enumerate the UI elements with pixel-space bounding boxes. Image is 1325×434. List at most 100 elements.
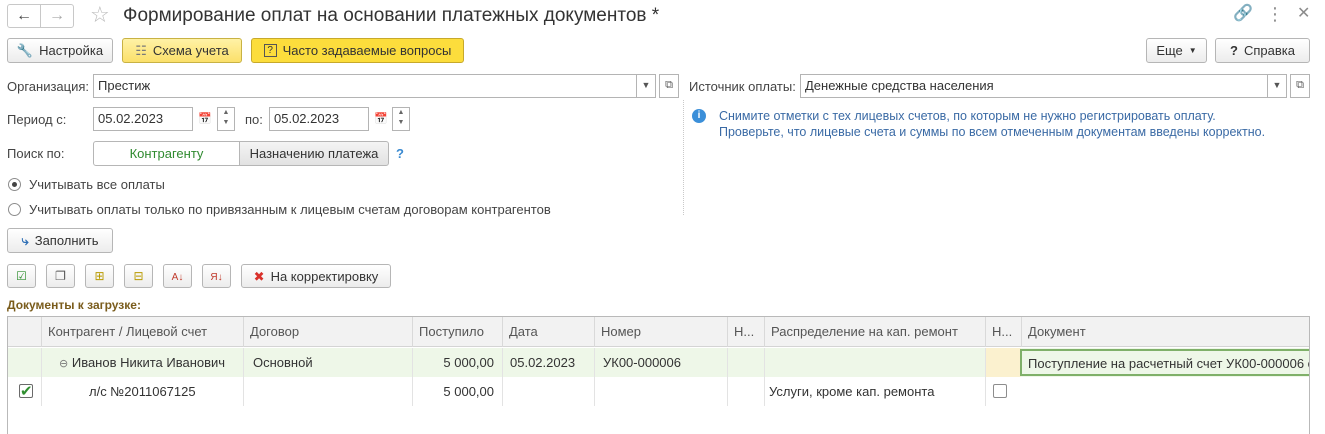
row-checkbox[interactable] (19, 382, 33, 400)
check-all-icon: ☑ (16, 269, 27, 283)
row-distribution: Услуги, кроме кап. ремонта (769, 384, 935, 399)
row-n2-checkbox[interactable] (993, 384, 1007, 398)
collapse-minus-icon[interactable]: ⊖ (59, 358, 68, 370)
source-dropdown-button[interactable]: ▼ (1267, 74, 1287, 98)
copy-icon: ❐ (55, 269, 66, 283)
more-label: Еще (1156, 43, 1183, 58)
column-divider (502, 348, 503, 406)
link-icon[interactable]: 🔗 (1233, 4, 1253, 24)
table-header: Контрагент / Лицевой счет Договор Поступ… (8, 317, 1309, 347)
source-label: Источник оплаты: (689, 79, 796, 94)
faq-label: Часто задаваемые вопросы (282, 43, 452, 58)
check-all-button[interactable]: ☑ (7, 264, 36, 288)
collapse-button[interactable]: ⊟ (124, 264, 153, 288)
header-number[interactable]: Номер (594, 317, 727, 347)
org-field[interactable]: Престиж (93, 74, 638, 98)
more-button[interactable]: Еще ▼ (1146, 38, 1207, 63)
calendar-icon[interactable]: 📅 (198, 112, 212, 125)
date-to-stepper[interactable]: ▲ ▼ (392, 107, 410, 131)
sort-desc-icon: Я↓ (210, 272, 223, 283)
org-label: Организация: (7, 79, 90, 94)
header-date[interactable]: Дата (502, 317, 594, 347)
row-account: л/с №2011067125 (89, 384, 196, 399)
column-divider (764, 348, 765, 406)
source-field[interactable]: Денежные средства населения (800, 74, 1269, 98)
to-label: по: (245, 112, 263, 127)
sort-asc-icon: А↓ (171, 272, 184, 283)
column-divider (985, 348, 986, 406)
info-line-2: Проверьте, что лицевые счета и суммы по … (719, 125, 1266, 139)
search-by-contractor[interactable]: Контрагенту (93, 141, 240, 166)
hierarchy-icon: ☷ (135, 43, 147, 58)
radio-all-payments[interactable] (8, 178, 21, 191)
section-title: Документы к загрузке: (7, 298, 141, 312)
panel-divider (683, 100, 684, 215)
row-n2-cell (985, 348, 1021, 377)
fill-label: Заполнить (34, 233, 99, 248)
help-button[interactable]: ? Справка (1215, 38, 1310, 63)
search-by-purpose[interactable]: Назначению платежа (239, 141, 389, 166)
header-n1[interactable]: Н... (727, 317, 764, 347)
sort-desc-button[interactable]: Я↓ (202, 264, 231, 288)
column-divider (594, 348, 595, 406)
info-icon: i (692, 109, 706, 123)
search-label: Поиск по: (7, 146, 65, 161)
faq-button[interactable]: ? Часто задаваемые вопросы (251, 38, 464, 63)
search-help-icon[interactable]: ? (396, 146, 404, 162)
row-contractor: ⊖ Иванов Никита Иванович (53, 348, 243, 377)
header-distribution[interactable]: Распределение на кап. ремонт (764, 317, 985, 347)
collapse-tree-icon: ⊟ (133, 269, 144, 283)
header-check (8, 317, 41, 347)
column-divider (243, 348, 244, 406)
fill-button[interactable]: ⤷ Заполнить (7, 228, 113, 253)
favorite-star-icon[interactable]: ☆ (90, 3, 110, 27)
question-box-icon: ? (263, 44, 277, 57)
row-document[interactable]: Поступление на расчетный счет УК00-00000… (1020, 349, 1309, 376)
header-n2[interactable]: Н... (985, 317, 1021, 347)
radio-bound-label: Учитывать оплаты только по привязанным к… (29, 202, 551, 217)
wrench-icon: 🔧 (16, 43, 34, 58)
more-vertical-icon[interactable]: ⋮ (1266, 4, 1284, 24)
row-amount: 5 000,00 (443, 355, 494, 370)
org-open-button[interactable]: ⧉ (659, 74, 679, 98)
to-correction-button[interactable]: ✖ На корректировку (241, 264, 391, 288)
forward-button[interactable]: → (40, 4, 74, 28)
page-title: Формирование оплат на основании платежны… (123, 5, 660, 26)
dropdown-arrow-icon: ▼ (1188, 46, 1197, 55)
header-contractor[interactable]: Контрагент / Лицевой счет (41, 317, 243, 347)
close-icon[interactable]: ✕ (1297, 4, 1310, 24)
header-document[interactable]: Документ (1021, 317, 1309, 347)
spin-up-icon: ▲ (222, 109, 230, 116)
documents-table[interactable]: Контрагент / Лицевой счет Договор Поступ… (7, 316, 1310, 434)
row-number: УК00-000006 (603, 355, 681, 370)
settings-button[interactable]: 🔧 Настройка (7, 38, 113, 63)
sort-asc-button[interactable]: А↓ (163, 264, 192, 288)
radio-all-label: Учитывать все оплаты (29, 177, 165, 192)
date-from-stepper[interactable]: ▲ ▼ (217, 107, 235, 131)
header-amount[interactable]: Поступило (412, 317, 502, 347)
row-date: 05.02.2023 (510, 355, 576, 370)
open-window-icon: ⧉ (665, 79, 673, 91)
scheme-label: Схема учета (152, 43, 229, 58)
scheme-button[interactable]: ☷ Схема учета (122, 38, 242, 63)
header-contract[interactable]: Договор (243, 317, 412, 347)
arrow-left-icon: ← (16, 7, 32, 24)
back-button[interactable]: ← (7, 4, 41, 28)
table-row[interactable]: ⊖ Иванов Никита Иванович Основной 5 000,… (8, 348, 1309, 377)
radio-bound-payments[interactable] (8, 203, 21, 216)
info-line-1: Снимите отметки с тех лицевых счетов, по… (719, 109, 1216, 123)
spin-down-icon: ▼ (222, 119, 230, 126)
calendar-icon[interactable]: 📅 (374, 112, 388, 125)
expand-tree-icon: ⊞ (94, 269, 105, 283)
org-dropdown-button[interactable]: ▼ (636, 74, 656, 98)
date-to-field[interactable]: 05.02.2023 (269, 107, 369, 131)
period-label: Период с: (7, 112, 67, 127)
source-open-button[interactable]: ⧉ (1290, 74, 1310, 98)
to-correction-label: На корректировку (270, 268, 379, 284)
help-label: Справка (1243, 43, 1295, 58)
help-icon: ? (1230, 43, 1238, 58)
expand-button[interactable]: ⊞ (85, 264, 114, 288)
table-row[interactable]: л/с №2011067125 5 000,00 Услуги, кроме к… (8, 377, 1309, 406)
date-from-field[interactable]: 05.02.2023 (93, 107, 193, 131)
uncheck-all-button[interactable]: ❐ (46, 264, 75, 288)
